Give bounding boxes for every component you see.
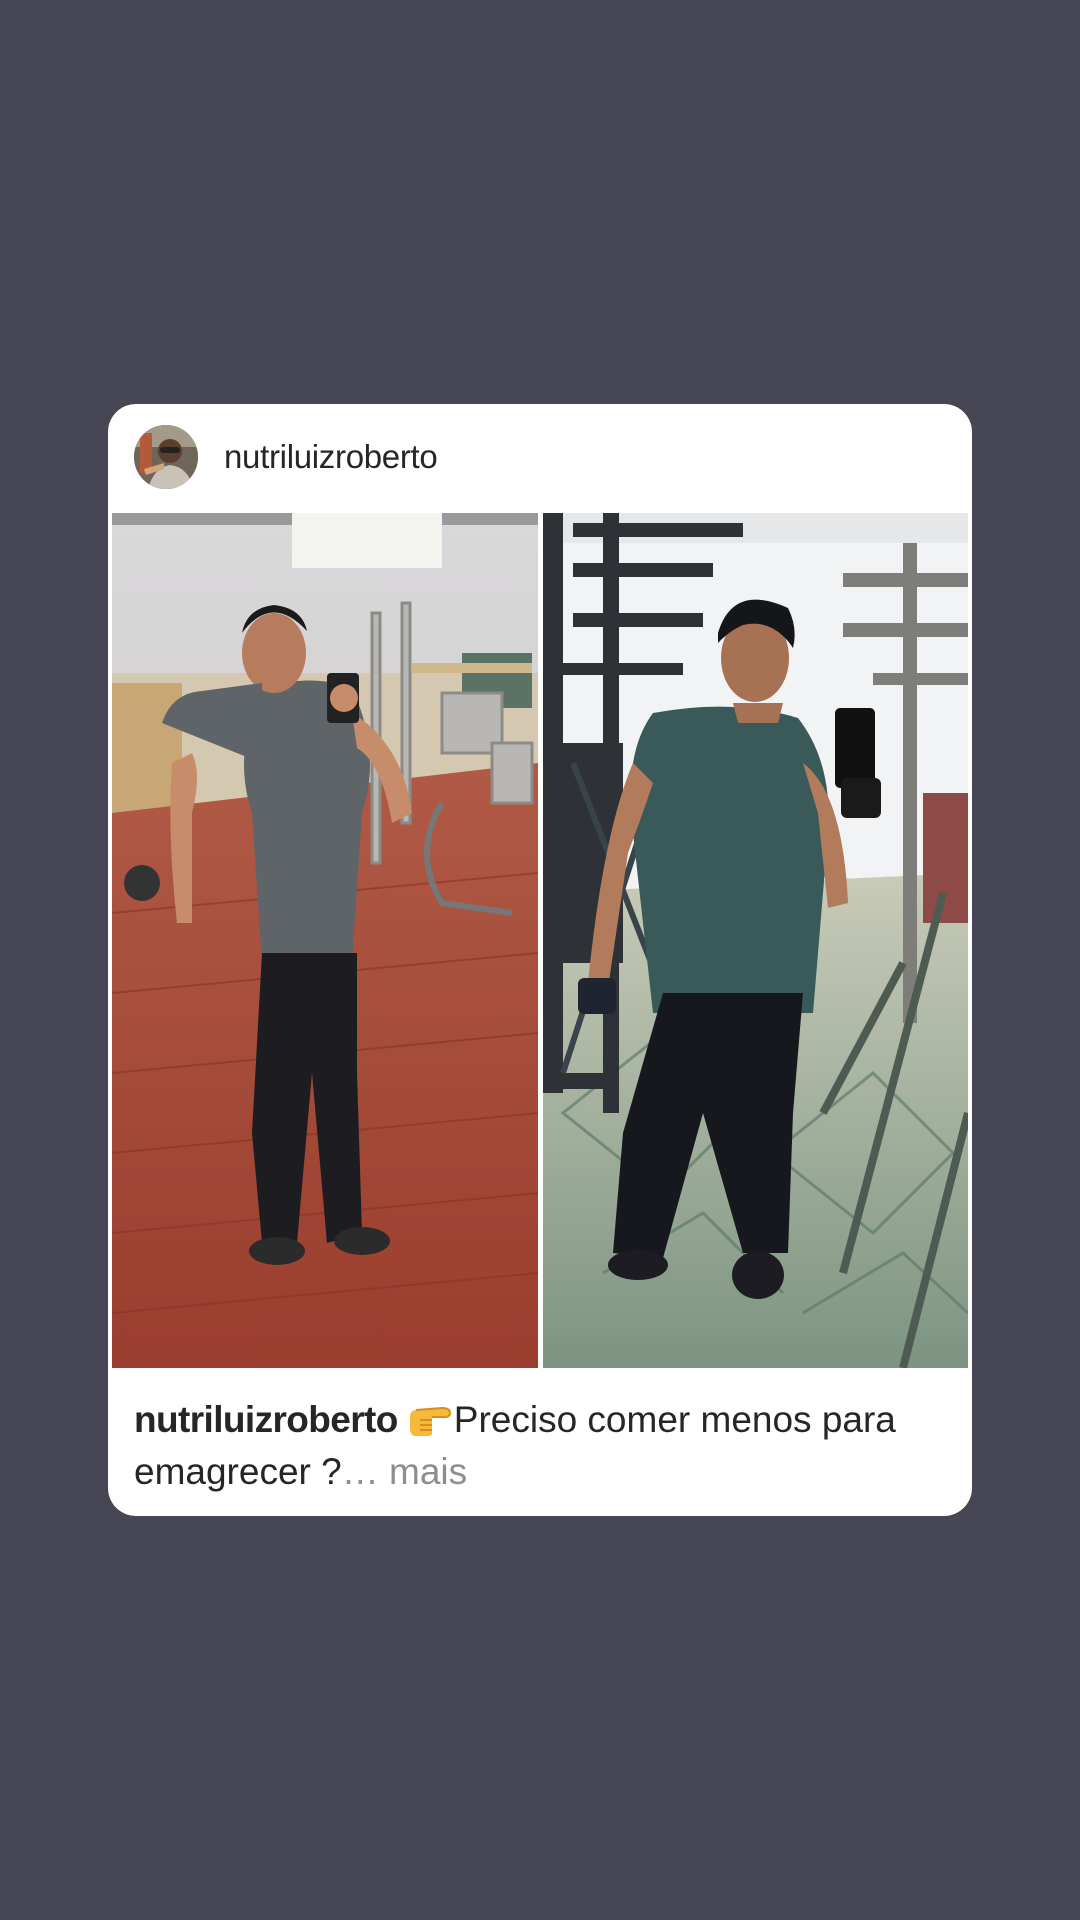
post-username[interactable]: nutriluizroberto: [224, 436, 438, 478]
after-photo: [543, 513, 968, 1368]
post-header: nutriluizroberto: [108, 404, 972, 512]
more-link[interactable]: mais: [379, 1451, 467, 1492]
profile-avatar-icon: [134, 425, 198, 489]
post-caption: nutriluizroberto Preciso comer menos par…: [134, 1394, 954, 1498]
post-card: nutriluizroberto nutriluizroberto Precis…: [108, 404, 972, 1516]
before-photo: [112, 513, 538, 1368]
pointing-right-icon: [408, 1398, 454, 1438]
post-media[interactable]: [112, 513, 968, 1368]
caption-username[interactable]: nutriluizroberto: [134, 1399, 398, 1440]
after-photo-image: [543, 513, 968, 1368]
caption-ellipsis: …: [341, 1451, 379, 1492]
avatar[interactable]: [134, 425, 198, 489]
before-photo-image: [112, 513, 538, 1368]
